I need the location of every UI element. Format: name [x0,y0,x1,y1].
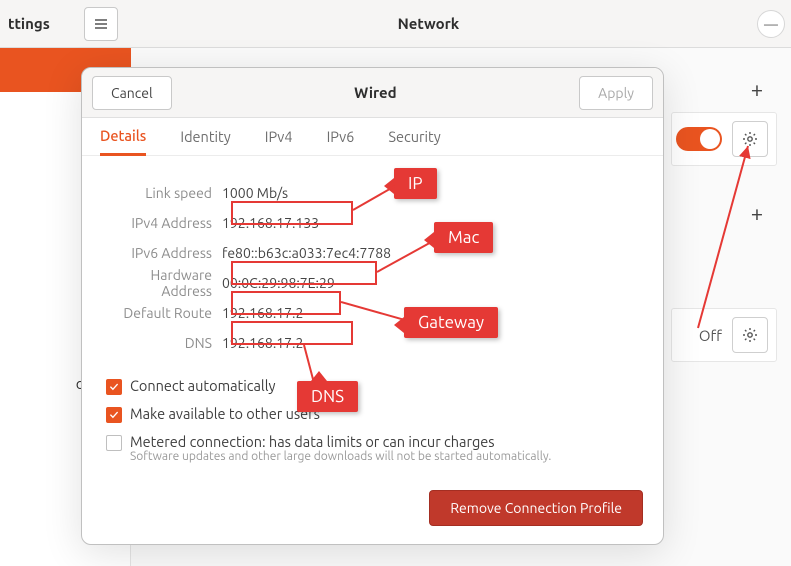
annotation-ip: IP [394,168,437,199]
link-speed-label: Link speed [106,185,222,201]
connect-auto-checkbox[interactable] [106,379,122,395]
dialog-tabs: Details Identity IPv4 IPv6 Security [82,118,663,156]
menu-button[interactable] [84,7,118,41]
metered-sublabel: Software updates and other large downloa… [130,450,551,463]
minimize-icon: — [764,16,778,32]
share-checkbox[interactable] [106,407,122,423]
highlight-ip [231,201,353,225]
metered-label: Metered connection: has data limits or c… [130,433,551,450]
dns-label: DNS [106,335,222,351]
wired-dialog: Cancel Wired Apply Details Identity IPv4… [81,67,664,545]
page-title: Network [118,15,757,32]
link-speed-value: 1000 Mb/s [222,185,288,201]
tab-identity[interactable]: Identity [180,118,230,156]
annotation-dns: DNS [297,381,358,412]
proxy-settings-button[interactable] [732,317,768,353]
highlight-route [231,291,341,315]
toggle-knob [700,129,720,149]
proxy-status: Off [699,327,722,344]
share-label: Make available to other users [130,405,320,422]
dialog-title: Wired [172,84,579,101]
ipv6-label: IPv6 Address [106,245,222,261]
hamburger-icon [93,16,109,32]
highlight-mac [231,261,377,285]
ipv6-value: fe80::b63c:a033:7ec4:7788 [222,245,391,261]
tab-security[interactable]: Security [388,118,440,156]
route-label: Default Route [106,305,222,321]
tab-ipv6[interactable]: IPv6 [327,118,355,156]
annotation-gateway: Gateway [404,307,498,338]
remove-profile-button[interactable]: Remove Connection Profile [429,490,643,526]
gear-icon [742,327,758,343]
wired-toggle[interactable] [676,127,722,151]
cancel-button[interactable]: Cancel [92,76,172,110]
proxy-row: Off [671,308,777,362]
highlight-dns [231,321,353,345]
settings-header: ttings Network — [0,0,791,48]
tab-ipv4[interactable]: IPv4 [265,118,293,156]
settings-title: ttings [0,15,50,32]
gear-icon [742,131,758,147]
tab-details[interactable]: Details [100,118,146,156]
wired-conn-row [671,112,777,166]
apply-button[interactable]: Apply [579,76,653,110]
ipv4-label: IPv4 Address [106,215,222,231]
mac-label: Hardware Address [106,267,222,299]
add-wired-button[interactable]: + [747,80,767,100]
checkbox-group: Connect automatically Make available to … [82,368,663,476]
minimize-button[interactable]: — [757,10,785,38]
add-vpn-button[interactable]: + [747,204,767,224]
dialog-header: Cancel Wired Apply [82,68,663,118]
wired-settings-button[interactable] [732,121,768,157]
connect-auto-label: Connect automatically [130,377,275,394]
annotation-mac: Mac [434,222,493,253]
metered-checkbox[interactable] [106,435,122,451]
